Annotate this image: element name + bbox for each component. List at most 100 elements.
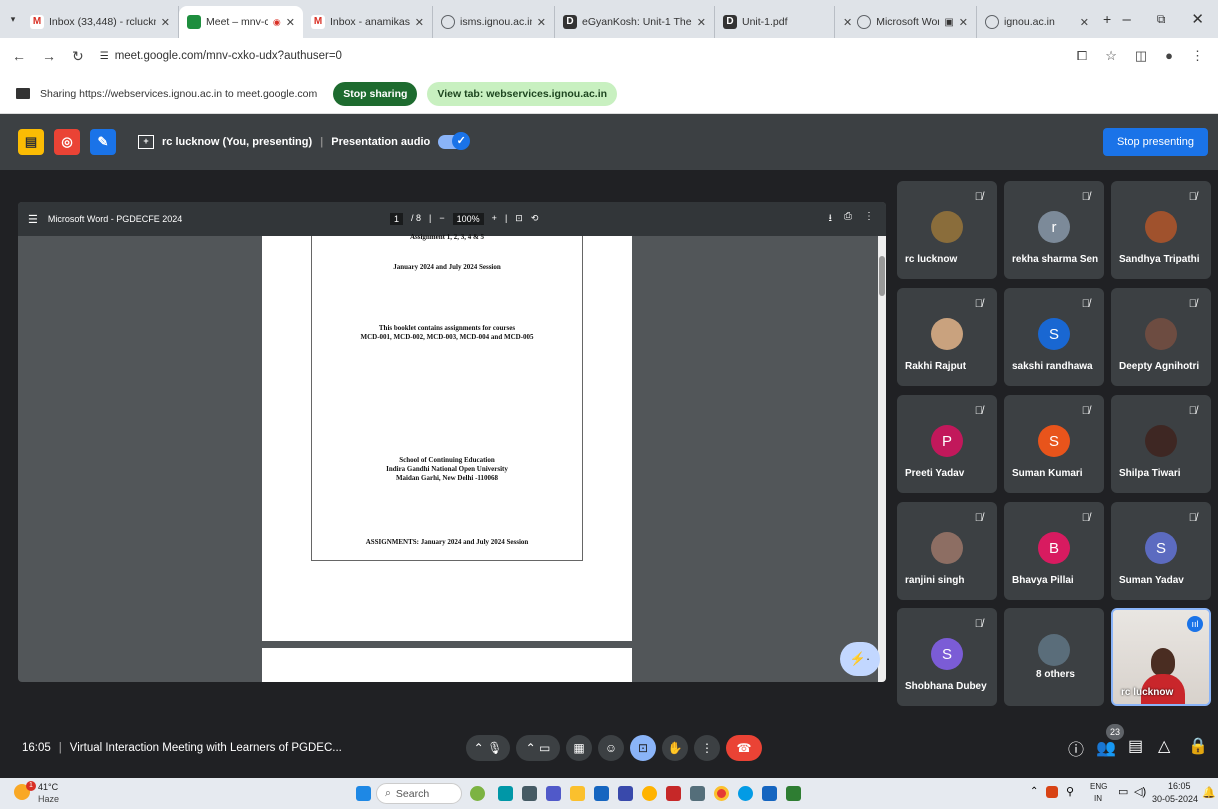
notifications-icon[interactable]: 🔔 xyxy=(1202,786,1216,799)
camera-button[interactable]: ⌃ ▭ xyxy=(516,735,560,761)
widget-icon[interactable] xyxy=(470,786,485,801)
participant-tile[interactable]: 🎙̸ Shilpa Tiwari xyxy=(1111,395,1211,493)
reactions-button[interactable]: ☺ xyxy=(598,735,624,761)
word-icon[interactable] xyxy=(762,786,777,801)
close-tab-icon[interactable]: ✕ xyxy=(697,16,706,29)
participant-tile[interactable]: 🎙̸ Rakhi Rajput xyxy=(897,288,997,386)
close-tab-icon[interactable]: ✕ xyxy=(161,16,170,29)
stop-sharing-button[interactable]: Stop sharing xyxy=(333,81,418,106)
tray-chevron-icon[interactable]: ⌃ xyxy=(1030,786,1038,797)
activities-icon[interactable]: △ xyxy=(1158,736,1170,756)
participant-tile[interactable]: 🎙̸ S Suman Yadav xyxy=(1111,502,1211,600)
profile-icon[interactable]: ● xyxy=(1165,48,1173,64)
download-icon[interactable]: ⭳ xyxy=(829,211,833,228)
zoom-input[interactable]: 100% xyxy=(452,213,484,225)
new-tab-icon[interactable]: + xyxy=(1103,11,1111,27)
edge-icon[interactable] xyxy=(738,786,753,801)
back-icon[interactable]: ← xyxy=(12,48,26,64)
host-controls-icon[interactable]: 🔒 xyxy=(1188,736,1208,756)
tab-search-icon[interactable]: ▾ xyxy=(4,14,22,25)
file-explorer-icon[interactable] xyxy=(570,786,585,801)
view-tab-button[interactable]: View tab: webservices.ignou.ac.in xyxy=(427,81,618,106)
teams-icon[interactable] xyxy=(546,786,561,801)
tab-ignou[interactable]: ignou.ac.in ✕ xyxy=(977,6,1097,38)
close-tab-icon[interactable]: ✕ xyxy=(537,16,546,29)
taskbar-search[interactable]: ⌕ Search xyxy=(376,783,462,804)
participant-tile[interactable]: 🎙̸ ranjini singh xyxy=(897,502,997,600)
participant-tile[interactable]: 🎙̸ Ssakshi randhawa xyxy=(1004,288,1104,386)
presentation-audio-toggle[interactable] xyxy=(438,132,471,150)
tab-unit-pdf[interactable]: D Unit-1.pdf xyxy=(715,6,835,38)
chrome-icon[interactable] xyxy=(714,786,729,801)
url-field[interactable]: ☰ meet.google.com/mnv-cxko-udx?authuser=0 xyxy=(100,50,342,62)
self-view-tile[interactable]: ııl rc lucknow xyxy=(1111,608,1211,706)
chat-icon[interactable]: ▤ xyxy=(1128,736,1143,756)
people-icon[interactable]: 👥 xyxy=(1096,738,1116,758)
leave-call-button[interactable]: ☎ xyxy=(726,735,762,761)
participant-tile[interactable]: 🎙̸ r rekha sharma Sen xyxy=(1004,181,1104,279)
tab-ms-word[interactable]: ✕Microsoft Word - PGI▣✕ xyxy=(835,6,977,38)
tab-gmail-anamika[interactable]: MInbox - anamikasinha@ig✕ xyxy=(303,6,433,38)
participant-tile[interactable]: 🎙̸ Deepty Agnihotri xyxy=(1111,288,1211,386)
tray-app-icon[interactable] xyxy=(1046,786,1058,798)
page-number-input[interactable]: 1 xyxy=(390,213,404,225)
participant-tile[interactable]: 🎙̸ B Bhavya Pillai xyxy=(1004,502,1104,600)
rotate-icon[interactable]: ⟲ xyxy=(531,213,539,225)
reload-icon[interactable]: ↻ xyxy=(72,48,84,65)
app-icon[interactable] xyxy=(618,786,633,801)
extensions-icon[interactable]: ◫ xyxy=(1135,48,1147,64)
camera-app-icon[interactable] xyxy=(690,786,705,801)
mic-button[interactable]: ⌃ 🎙 xyxy=(466,735,510,761)
participant-tile[interactable]: 🎙̸ rc lucknow xyxy=(897,181,997,279)
network-icon[interactable]: ▭ xyxy=(1118,785,1128,798)
scroll-thumb[interactable] xyxy=(879,256,885,296)
taskview-icon[interactable] xyxy=(522,786,537,801)
store-icon[interactable] xyxy=(594,786,609,801)
tab-egyankosh[interactable]: DeGyanKosh: Unit-1 The Ea✕ xyxy=(555,6,715,38)
whiteboard-icon[interactable]: ✎ xyxy=(90,129,116,155)
close-tab-icon[interactable]: ✕ xyxy=(286,16,295,29)
excel-icon[interactable] xyxy=(786,786,801,801)
captions-button[interactable]: ▦ xyxy=(566,735,592,761)
volume-icon[interactable]: ◁) xyxy=(1134,785,1146,798)
close-window-icon[interactable]: ✕ xyxy=(1191,10,1204,28)
record-icon[interactable]: ◎ xyxy=(54,129,80,155)
notes-icon[interactable]: ▤ xyxy=(18,129,44,155)
minimize-icon[interactable]: – xyxy=(1123,11,1131,28)
participant-tile[interactable]: 🎙̸ S Shobhana Dubey xyxy=(897,608,997,706)
menu-kebab-icon[interactable]: ⋮ xyxy=(1191,48,1204,64)
pdf-scrollbar[interactable] xyxy=(878,236,886,682)
participant-tile[interactable]: 🎙̸ P Preeti Yadav xyxy=(897,395,997,493)
gemini-fab[interactable]: ⚡· xyxy=(840,642,880,676)
more-options-button[interactable]: ⋮ xyxy=(694,735,720,761)
participant-tile[interactable]: 🎙̸ S Suman Kumari xyxy=(1004,395,1104,493)
raise-hand-button[interactable]: ✋ xyxy=(662,735,688,761)
windows-start-icon[interactable] xyxy=(356,786,371,801)
present-button[interactable]: ⊡ xyxy=(630,735,656,761)
close-tab-icon[interactable]: ✕ xyxy=(1080,16,1089,29)
pdf-menu-icon[interactable]: ☰ xyxy=(28,213,38,226)
tab-meet[interactable]: Meet – mnv-cxko-udx◉✕ xyxy=(179,6,303,38)
close-tab-icon[interactable]: ✕ xyxy=(843,16,852,29)
participant-tile[interactable]: 🎙̸ Sandhya Tripathi xyxy=(1111,181,1211,279)
restore-icon[interactable]: ⧉ xyxy=(1157,12,1166,27)
close-tab-icon[interactable]: ✕ xyxy=(959,16,968,29)
forward-icon[interactable]: → xyxy=(42,48,56,64)
info-icon[interactable]: ⓘ xyxy=(1068,736,1084,760)
usb-icon[interactable]: ⚲ xyxy=(1066,785,1074,798)
app-icon[interactable] xyxy=(642,786,657,801)
site-info-icon[interactable]: ☰ xyxy=(100,51,109,62)
clock-time[interactable]: 16:05 xyxy=(1168,781,1191,791)
participant-tile[interactable]: 8 others xyxy=(1004,608,1104,706)
print-icon[interactable]: ⎙ xyxy=(844,211,852,228)
tab-isms[interactable]: isms.ignou.ac.in/changew✕ xyxy=(433,6,555,38)
stop-presenting-button[interactable]: Stop presenting xyxy=(1102,128,1208,156)
close-tab-icon[interactable]: ✕ xyxy=(415,16,424,29)
mcafee-icon[interactable] xyxy=(666,786,681,801)
zoom-in-icon[interactable]: + xyxy=(492,213,497,225)
bookmark-star-icon[interactable]: ☆ xyxy=(1105,48,1117,64)
app-icon[interactable] xyxy=(498,786,513,801)
tab-gmail-inbox[interactable]: MInbox (33,448) - rclucknow✕ xyxy=(22,6,179,38)
cast-icon[interactable]: ⧠ xyxy=(1077,48,1087,64)
zoom-out-icon[interactable]: − xyxy=(439,213,444,225)
